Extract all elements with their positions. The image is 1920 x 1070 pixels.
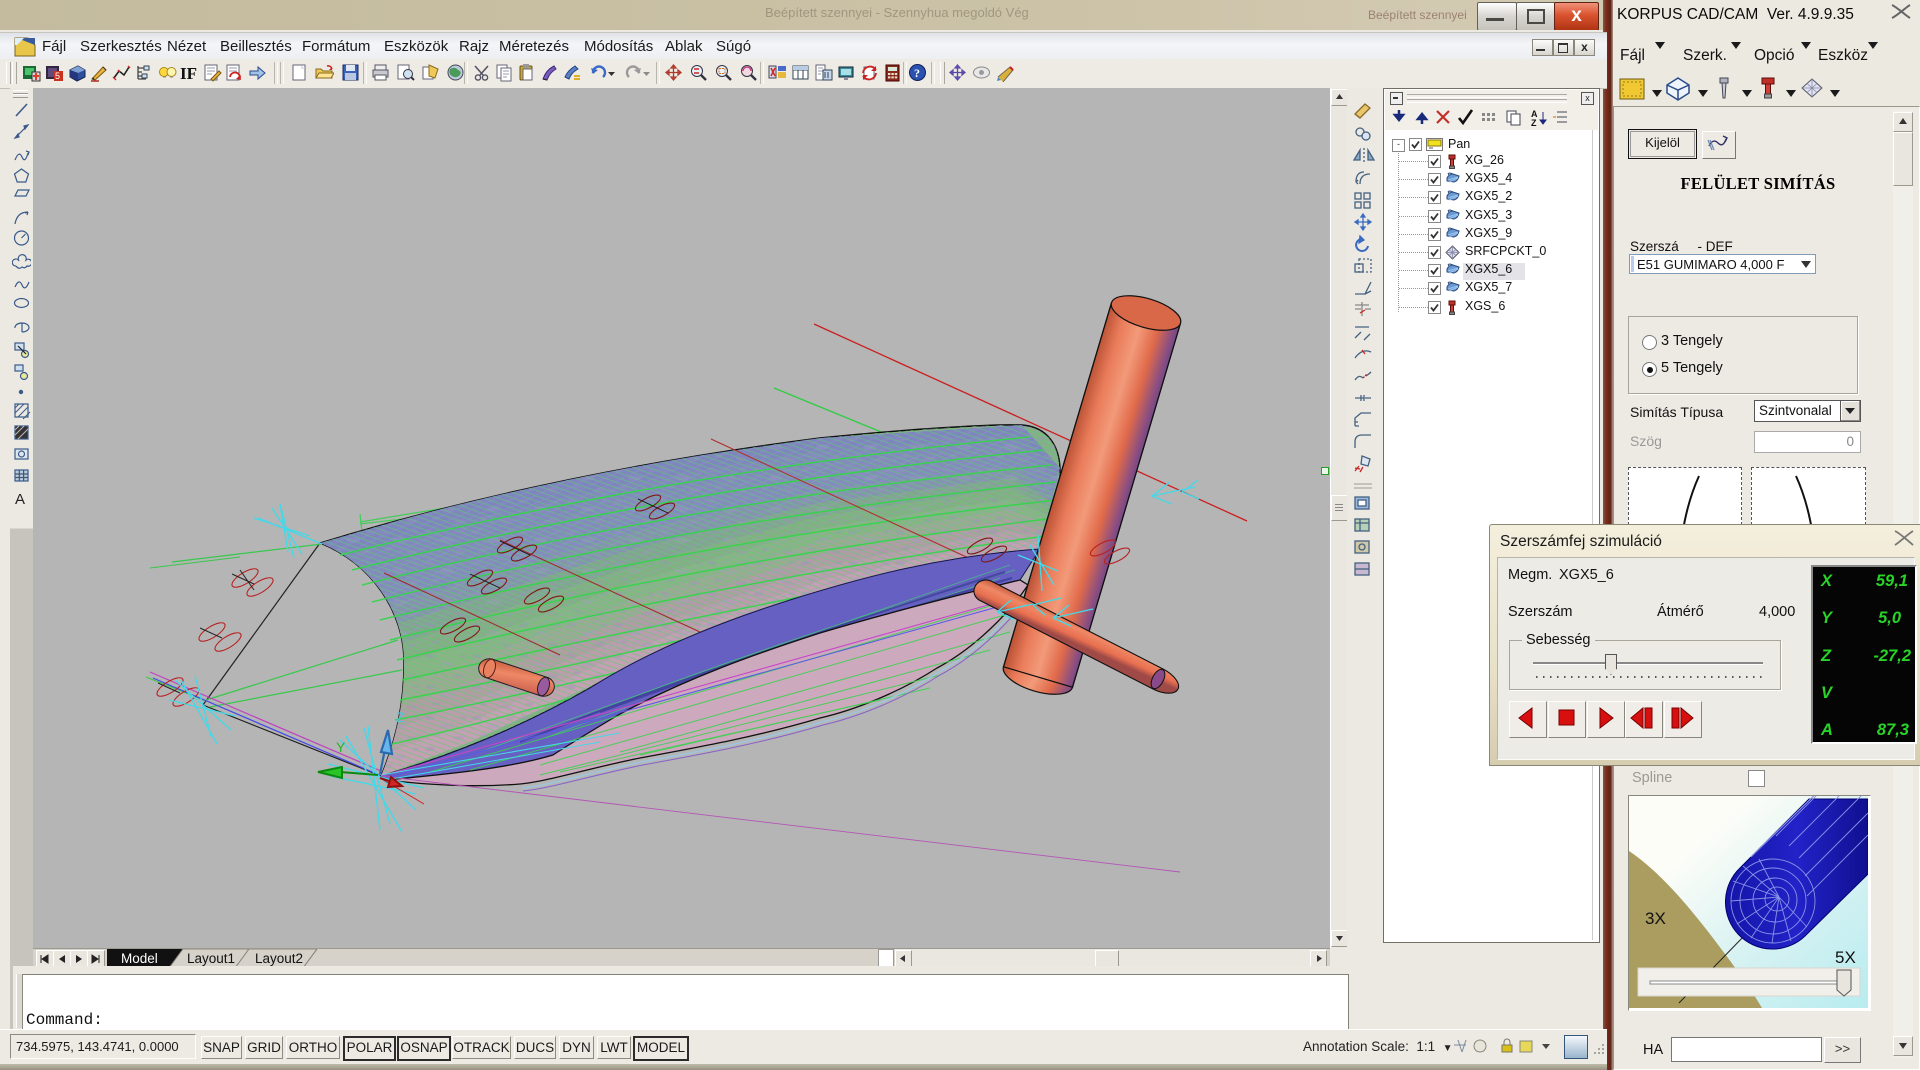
svg-text:5: 5 [55,71,60,81]
svg-text:Model: Model [121,951,158,966]
svg-text:5X: 5X [1835,948,1856,967]
svg-text:Layout1: Layout1 [187,951,235,966]
svg-text:IF: IF [180,64,197,82]
svg-text:?: ? [914,66,920,80]
svg-text:Layout2: Layout2 [255,951,303,966]
svg-text:Y: Y [336,739,346,755]
svg-text:3X: 3X [1645,909,1666,928]
svg-text:Z: Z [396,709,405,725]
svg-text:Z: Z [1531,118,1537,128]
svg-text:A: A [15,491,25,508]
